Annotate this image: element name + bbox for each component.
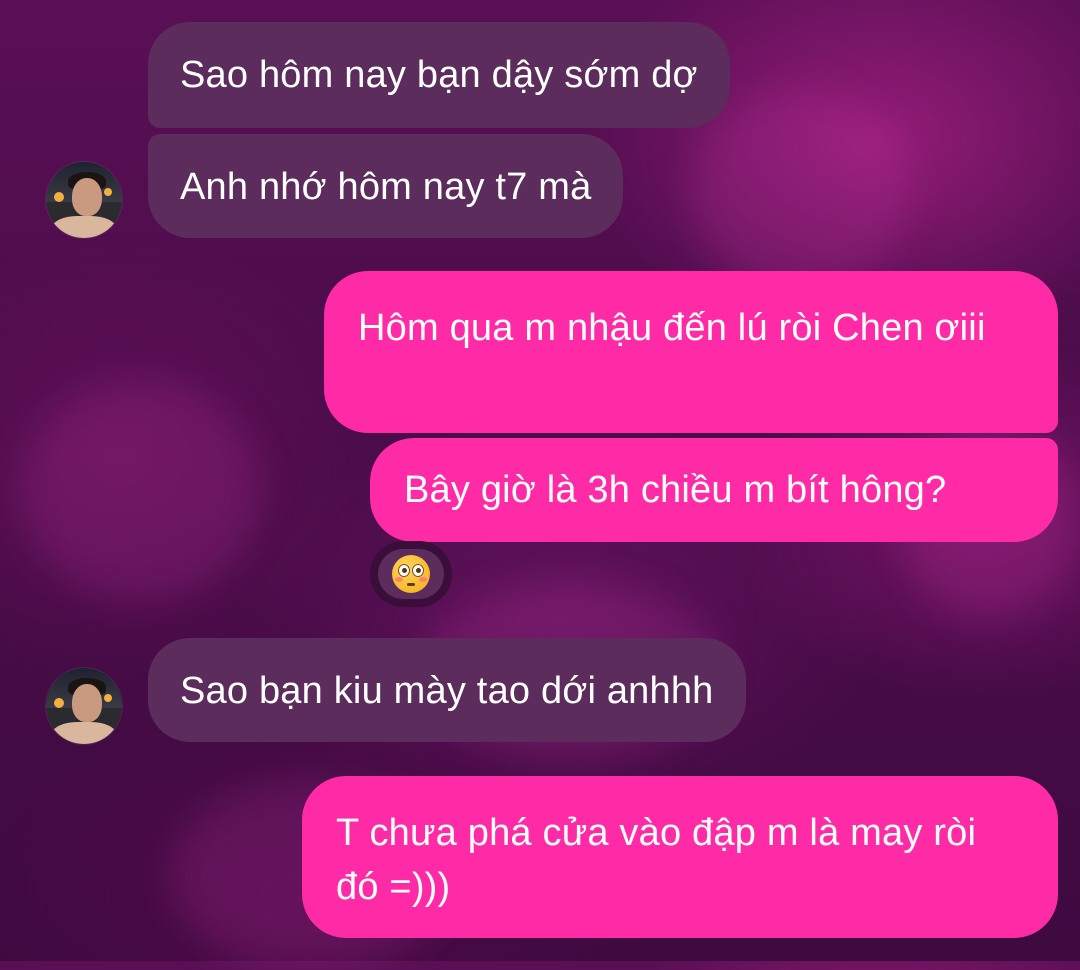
reaction-pill xyxy=(378,549,444,599)
outgoing-message-bubble[interactable]: Bây giờ là 3h chiều m bít hông? xyxy=(370,438,1058,542)
emoji-cheek xyxy=(419,577,427,582)
message-text: Anh nhớ hôm nay t7 mà xyxy=(180,166,592,208)
emoji-eye xyxy=(412,564,424,577)
background-heart-shape xyxy=(690,90,910,290)
avatar-photo-light xyxy=(54,698,64,708)
message-text: Sao hôm nay bạn dậy sớm dợ xyxy=(180,54,698,96)
avatar-photo-light xyxy=(104,694,112,702)
message-text: T chưa phá cửa vào đập m là may ròi đó =… xyxy=(336,812,977,908)
outgoing-message-bubble[interactable]: Hôm qua m nhậu đến lú ròi Chen ơiii xyxy=(324,271,1058,433)
contact-avatar[interactable] xyxy=(46,668,122,744)
background-heart-shape xyxy=(20,380,260,600)
message-reaction[interactable] xyxy=(370,541,452,607)
avatar-photo-body xyxy=(52,216,116,238)
contact-avatar[interactable] xyxy=(46,162,122,238)
incoming-message-bubble[interactable]: Sao bạn kiu mày tao dới anhhh xyxy=(148,638,746,742)
message-text: Hôm qua m nhậu đến lú ròi Chen ơiii xyxy=(358,307,986,349)
flushed-face-emoji-icon xyxy=(392,555,430,593)
avatar-photo-face xyxy=(72,178,102,216)
avatar-photo-light xyxy=(104,188,112,196)
outgoing-message-bubble[interactable]: T chưa phá cửa vào đập m là may ròi đó =… xyxy=(302,776,1058,938)
avatar-photo-face xyxy=(72,684,102,722)
avatar-photo-body xyxy=(52,722,116,744)
incoming-message-bubble[interactable]: Sao hôm nay bạn dậy sớm dợ xyxy=(148,22,730,128)
emoji-cheek xyxy=(395,577,403,582)
incoming-message-bubble[interactable]: Anh nhớ hôm nay t7 mà xyxy=(148,134,624,238)
message-text: Sao bạn kiu mày tao dới anhhh xyxy=(180,670,714,712)
avatar-photo-light xyxy=(54,192,64,202)
emoji-eye xyxy=(398,564,410,577)
emoji-mouth xyxy=(407,583,415,586)
message-text: Bây giờ là 3h chiều m bít hông? xyxy=(404,469,947,511)
